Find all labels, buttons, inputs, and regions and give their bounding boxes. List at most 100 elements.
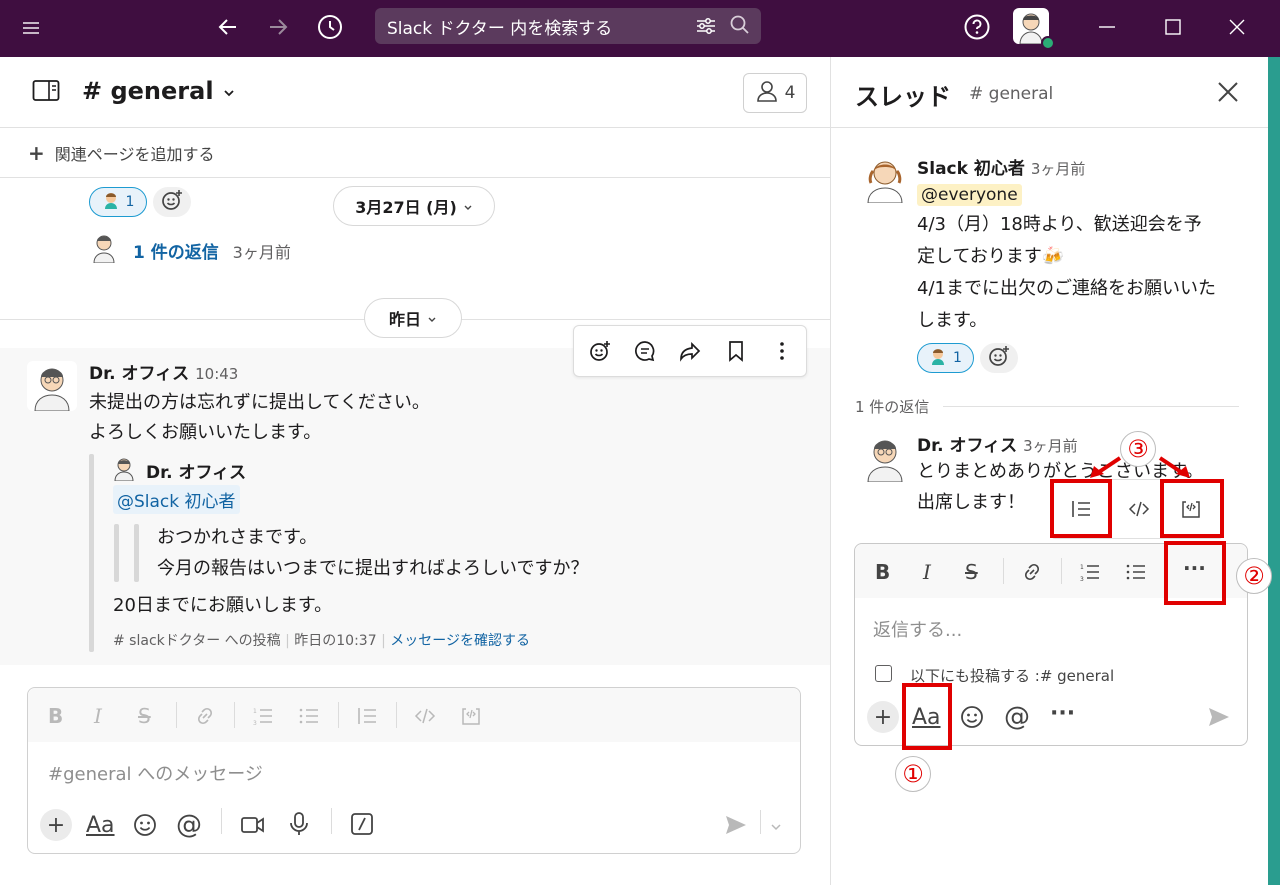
menu-icon[interactable] <box>20 17 42 39</box>
reply-input[interactable]: 返信する... <box>873 616 962 642</box>
author-avatar[interactable] <box>27 361 77 412</box>
mention-icon[interactable]: @ <box>1004 702 1030 732</box>
maximize-icon[interactable] <box>1162 16 1184 38</box>
shared-message-meta: # slackドクター への投稿 | 昨日の10:37 | メッセージを確認する <box>113 633 530 649</box>
meta-channel[interactable]: # slackドクター への投稿 <box>113 633 281 649</box>
more-vertical-icon[interactable] <box>770 339 794 367</box>
video-icon[interactable] <box>240 813 266 841</box>
person-emoji-icon <box>929 347 947 369</box>
add-reaction-icon[interactable] <box>588 339 612 367</box>
person-emoji-icon <box>102 191 120 213</box>
format-toggle-icon[interactable]: Aa <box>86 813 115 838</box>
plus-icon[interactable]: + <box>867 701 899 733</box>
blockquote-icon[interactable] <box>356 705 378 732</box>
bold-icon[interactable]: B <box>48 704 63 728</box>
emoji-icon[interactable] <box>959 704 985 734</box>
send-icon[interactable] <box>724 814 748 840</box>
link-icon[interactable] <box>194 705 216 732</box>
user-mention[interactable]: @Slack 初心者 <box>113 485 240 514</box>
parent-time[interactable]: 3ヶ月前 <box>1031 160 1086 178</box>
code-block-icon[interactable] <box>460 705 482 732</box>
history-icon[interactable] <box>316 13 344 41</box>
emoji-icon[interactable] <box>132 812 158 842</box>
date-pill-march[interactable]: 3月27日 (月) <box>333 186 495 226</box>
bulleted-list-icon[interactable] <box>1125 561 1147 588</box>
svg-text:3: 3 <box>1080 576 1084 583</box>
strikethrough-icon[interactable]: S <box>965 560 978 584</box>
everyone-mention[interactable]: @everyone <box>917 184 1022 206</box>
microphone-icon[interactable] <box>288 811 310 841</box>
parent-author[interactable]: Slack 初心者 3ヶ月前 <box>917 154 1085 179</box>
reply-thread-icon[interactable] <box>633 339 657 367</box>
reply-author-avatar[interactable] <box>861 434 909 483</box>
share-icon[interactable] <box>678 339 702 367</box>
add-page-bar[interactable]: + 関連ページを追加する <box>0 128 830 178</box>
toolbar-separator <box>396 702 397 728</box>
code-icon[interactable] <box>1128 498 1150 525</box>
add-reaction-button[interactable] <box>980 343 1018 373</box>
sidebar-toggle-icon[interactable] <box>32 79 60 103</box>
italic-icon[interactable]: I <box>923 560 931 584</box>
add-reaction-button[interactable] <box>153 187 191 217</box>
toolbar-separator <box>234 702 235 728</box>
close-thread-icon[interactable] <box>1215 79 1241 105</box>
message-time[interactable]: 10:43 <box>195 365 238 383</box>
channel-pane: # general 4 + 関連ページを追加する 1 3月27日 (月) 1 件… <box>0 57 830 885</box>
parent-text-line: します。 <box>917 310 988 331</box>
toolbar-separator <box>331 808 332 834</box>
reaction-chip[interactable]: 1 <box>89 187 147 217</box>
chevron-down-icon[interactable] <box>770 818 782 837</box>
user-avatar[interactable] <box>1013 8 1055 50</box>
reply-avatar <box>91 233 117 264</box>
reaction-chip[interactable]: 1 <box>917 343 974 373</box>
message-input[interactable]: #general へのメッセージ <box>48 760 263 786</box>
thread-title: スレッド <box>855 83 951 111</box>
annotation-arrows <box>1090 456 1190 478</box>
search-bar[interactable]: Slack ドクター 内を検索する <box>375 8 761 44</box>
channel-header: # general 4 <box>0 57 830 128</box>
strikethrough-icon[interactable]: S <box>138 704 151 728</box>
forward-arrow-icon[interactable] <box>265 14 291 40</box>
search-icon[interactable] <box>729 14 751 41</box>
help-icon[interactable] <box>963 13 991 41</box>
toolbar-separator <box>1061 558 1062 584</box>
mention-icon[interactable]: @ <box>176 810 202 840</box>
view-message-link[interactable]: メッセージを確認する <box>390 633 530 649</box>
shared-message-body: 20日までにお願いします。 <box>113 595 333 616</box>
also-post-checkbox[interactable] <box>875 665 892 682</box>
send-icon[interactable] <box>1207 706 1231 732</box>
shared-author-name[interactable]: Dr. オフィス <box>146 458 246 483</box>
bulleted-list-icon[interactable] <box>298 705 320 732</box>
filter-icon[interactable] <box>695 16 717 41</box>
shortcut-icon[interactable] <box>350 812 374 840</box>
bold-icon[interactable]: B <box>875 560 890 584</box>
reply-time[interactable]: 3ヶ月前 <box>1023 437 1078 455</box>
parent-author-avatar[interactable] <box>861 155 909 204</box>
italic-icon[interactable]: I <box>94 704 102 728</box>
minimize-icon[interactable] <box>1096 16 1118 38</box>
meta-time[interactable]: 昨日の10:37 <box>294 633 376 649</box>
quote-bar <box>114 524 119 582</box>
back-arrow-icon[interactable] <box>215 14 241 40</box>
add-emoji-icon <box>160 188 184 216</box>
reply-link-text: 1 件の返信 <box>133 243 219 263</box>
annotation-box-2 <box>1164 541 1226 605</box>
link-icon[interactable] <box>1021 561 1043 588</box>
code-icon[interactable] <box>414 705 436 732</box>
plus-icon[interactable]: + <box>40 809 72 841</box>
channel-title[interactable]: # general <box>82 77 236 106</box>
thread-reply-link[interactable]: 1 件の返信 3ヶ月前 <box>133 238 291 263</box>
ordered-list-icon[interactable]: 13 <box>252 705 274 732</box>
reply-text-line: 出席します！ <box>917 492 1025 513</box>
annotation-box-1 <box>902 683 952 750</box>
more-icon[interactable]: ··· <box>1050 701 1075 726</box>
thread-channel-link[interactable]: # general <box>969 84 1053 104</box>
members-button[interactable]: 4 <box>743 73 807 113</box>
close-icon[interactable] <box>1226 16 1248 38</box>
message-author[interactable]: Dr. オフィス 10:43 <box>89 359 238 384</box>
date-pill-yesterday[interactable]: 昨日 <box>364 298 462 338</box>
ordered-list-icon[interactable]: 13 <box>1079 561 1101 588</box>
reply-author[interactable]: Dr. オフィス 3ヶ月前 <box>917 431 1078 456</box>
bookmark-icon[interactable] <box>724 339 748 367</box>
reaction-count: 1 <box>125 194 135 210</box>
